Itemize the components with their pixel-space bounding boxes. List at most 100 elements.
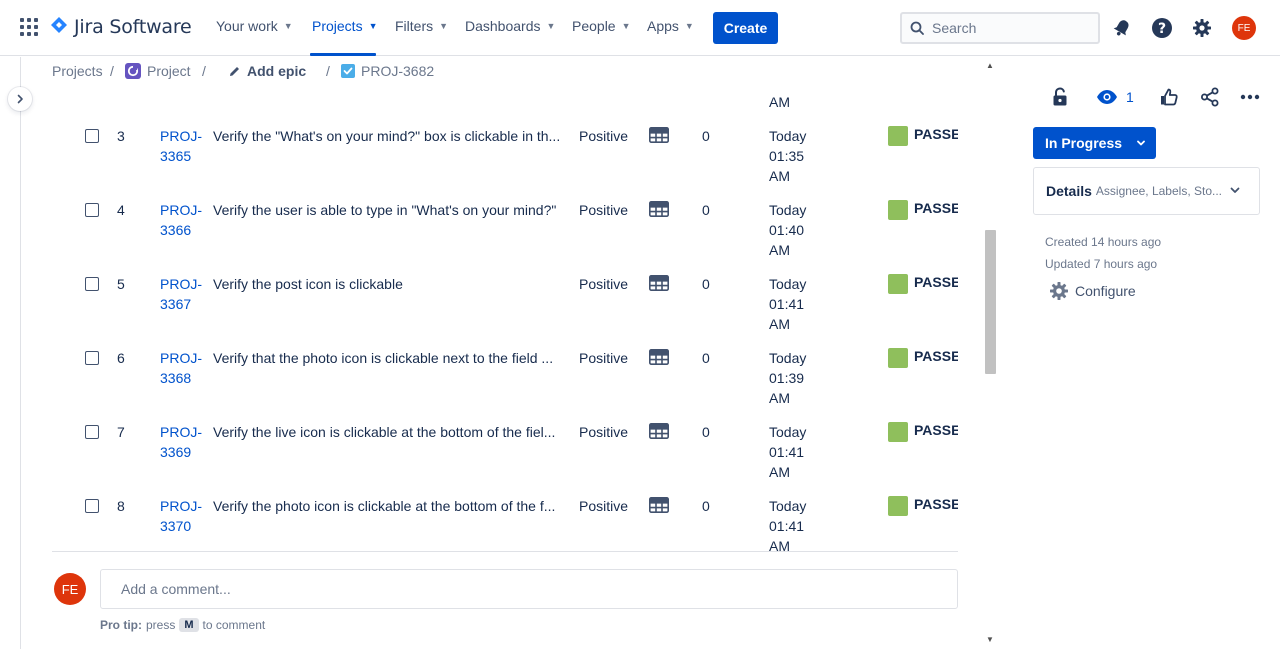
issue-key-link[interactable]: PROJ-3369 xyxy=(160,422,204,462)
scroll-up-arrow-icon[interactable]: ▲ xyxy=(986,61,994,70)
defect-count: 0 xyxy=(702,424,710,440)
breadcrumb-project-label: Project xyxy=(147,63,191,79)
test-type: Positive xyxy=(579,202,629,218)
table-row[interactable]: 5 PROJ-3367 Verify the post icon is clicka… xyxy=(52,272,958,346)
test-steps-table-icon[interactable] xyxy=(649,275,669,296)
test-steps-table-icon[interactable] xyxy=(649,127,669,148)
execution-time: Today 01:41 AM xyxy=(769,274,829,334)
issue-side-panel: 1 In Progress Details Assignee, Labels, … xyxy=(999,57,1280,649)
issue-key-link[interactable]: PROJ-3367 xyxy=(160,274,204,314)
expand-sidebar-button[interactable] xyxy=(8,87,32,111)
comment-avatar: FE xyxy=(54,573,86,605)
test-status[interactable]: PASSE xyxy=(914,200,958,216)
nav-filters[interactable]: Filters ▼ xyxy=(395,18,448,34)
execution-day: Today xyxy=(769,350,807,366)
test-summary[interactable]: Verify that the photo icon is clickable … xyxy=(213,348,565,368)
breadcrumb-project[interactable]: Project xyxy=(125,63,191,79)
breadcrumb-projects[interactable]: Projects xyxy=(52,63,103,79)
nav-dashboards[interactable]: Dashboards ▼ xyxy=(465,18,555,34)
test-status[interactable]: PASSE xyxy=(914,348,958,364)
chevron-down-icon: ▼ xyxy=(546,21,556,31)
nav-your-work[interactable]: Your work ▼ xyxy=(216,18,293,34)
test-steps-table-icon[interactable] xyxy=(649,497,669,518)
search-input[interactable] xyxy=(932,20,1082,36)
restrictions-lock-icon[interactable] xyxy=(1051,87,1069,107)
notifications-icon[interactable] xyxy=(1110,16,1134,40)
like-thumbs-up-icon[interactable] xyxy=(1159,87,1179,107)
execution-time: Today 01:40 AM xyxy=(769,200,829,260)
row-checkbox[interactable] xyxy=(85,129,99,143)
details-panel[interactable]: Details Assignee, Labels, Sto... xyxy=(1033,167,1260,215)
issue-key-link[interactable]: PROJ-3370 xyxy=(160,496,204,536)
app-switcher-icon[interactable] xyxy=(20,18,40,38)
issue-key-link[interactable]: PROJ-3368 xyxy=(160,348,204,388)
row-index: 5 xyxy=(117,276,125,292)
pencil-icon xyxy=(230,66,239,76)
breadcrumb-issue[interactable]: PROJ-3682 xyxy=(341,63,434,79)
pro-tip-press: press xyxy=(146,618,176,632)
test-summary[interactable]: Verify the "What's on your mind?" box is… xyxy=(213,126,565,146)
configure-link[interactable]: Configure xyxy=(1049,281,1136,301)
row-checkbox[interactable] xyxy=(85,203,99,217)
main-content: AM 3 PROJ-3365 Verify the "What's on your … xyxy=(22,88,998,649)
row-checkbox[interactable] xyxy=(85,277,99,291)
scroll-down-arrow-icon[interactable]: ▼ xyxy=(986,635,994,644)
breadcrumb-add-epic[interactable]: Add epic xyxy=(228,63,306,79)
defect-count: 0 xyxy=(702,128,710,144)
issue-key-link[interactable]: PROJ-3365 xyxy=(160,126,204,166)
nav-apps[interactable]: Apps ▼ xyxy=(647,18,694,34)
comment-input[interactable] xyxy=(121,581,937,597)
row-checkbox[interactable] xyxy=(85,351,99,365)
test-steps-table-icon[interactable] xyxy=(649,423,669,444)
settings-gear-icon[interactable] xyxy=(1190,16,1214,40)
create-button[interactable]: Create xyxy=(713,12,778,44)
row-index: 4 xyxy=(117,202,125,218)
page-scrollbar-thumb[interactable] xyxy=(985,230,996,374)
status-label: In Progress xyxy=(1045,135,1123,151)
row-checkbox[interactable] xyxy=(85,499,99,513)
watch-button[interactable]: 1 xyxy=(1096,87,1134,107)
nav-people-label: People xyxy=(572,18,616,34)
nav-people[interactable]: People ▼ xyxy=(572,18,631,34)
created-time: Created 14 hours ago xyxy=(1045,235,1162,249)
defect-count: 0 xyxy=(702,276,710,292)
test-status[interactable]: PASSE xyxy=(914,496,958,512)
partial-row-time: AM xyxy=(769,94,790,110)
test-summary[interactable]: Verify the live icon is clickable at the… xyxy=(213,422,565,442)
details-subtitle: Assignee, Labels, Sto... xyxy=(1095,184,1222,198)
table-row[interactable]: 7 PROJ-3369 Verify the live icon is clicka… xyxy=(52,420,958,494)
comment-box[interactable] xyxy=(100,569,958,609)
nav-projects[interactable]: Projects ▼ xyxy=(312,18,378,34)
table-row[interactable]: 6 PROJ-3368 Verify that the photo icon is … xyxy=(52,346,958,420)
status-dropdown-button[interactable]: In Progress xyxy=(1033,127,1156,159)
more-actions-icon[interactable] xyxy=(1240,87,1260,107)
table-row[interactable]: 3 PROJ-3365 Verify the "What's on your min… xyxy=(52,124,958,198)
execution-time: Today 01:41 AM xyxy=(769,496,829,551)
chevron-down-icon: ▼ xyxy=(368,21,378,31)
execution-day: Today xyxy=(769,202,807,218)
svg-text:?: ? xyxy=(1158,21,1166,37)
search-box[interactable] xyxy=(900,12,1100,44)
breadcrumb-separator: / xyxy=(326,63,330,79)
defect-count: 0 xyxy=(702,498,710,514)
test-status[interactable]: PASSE xyxy=(914,422,958,438)
test-summary[interactable]: Verify the user is able to type in "What… xyxy=(213,200,565,220)
test-type: Positive xyxy=(579,498,629,514)
test-status[interactable]: PASSE xyxy=(914,274,958,290)
user-avatar[interactable]: FE xyxy=(1232,16,1256,40)
table-row[interactable]: 8 PROJ-3370 Verify the photo icon is click… xyxy=(52,494,958,551)
test-type: Positive xyxy=(579,350,629,366)
row-checkbox[interactable] xyxy=(85,425,99,439)
share-icon[interactable] xyxy=(1200,87,1220,107)
test-summary[interactable]: Verify the photo icon is clickable at th… xyxy=(213,496,565,516)
jira-logo[interactable]: Jira Software xyxy=(50,16,192,38)
test-steps-table-icon[interactable] xyxy=(649,201,669,222)
test-type: Positive xyxy=(579,424,629,440)
issue-key-link[interactable]: PROJ-3366 xyxy=(160,200,204,240)
product-name: Jira Software xyxy=(74,16,192,38)
table-row[interactable]: 4 PROJ-3366 Verify the user is able to typ… xyxy=(52,198,958,272)
test-summary[interactable]: Verify the post icon is clickable xyxy=(213,274,565,294)
help-icon[interactable]: ? xyxy=(1150,16,1174,40)
test-status[interactable]: PASSE xyxy=(914,126,958,142)
test-steps-table-icon[interactable] xyxy=(649,349,669,370)
